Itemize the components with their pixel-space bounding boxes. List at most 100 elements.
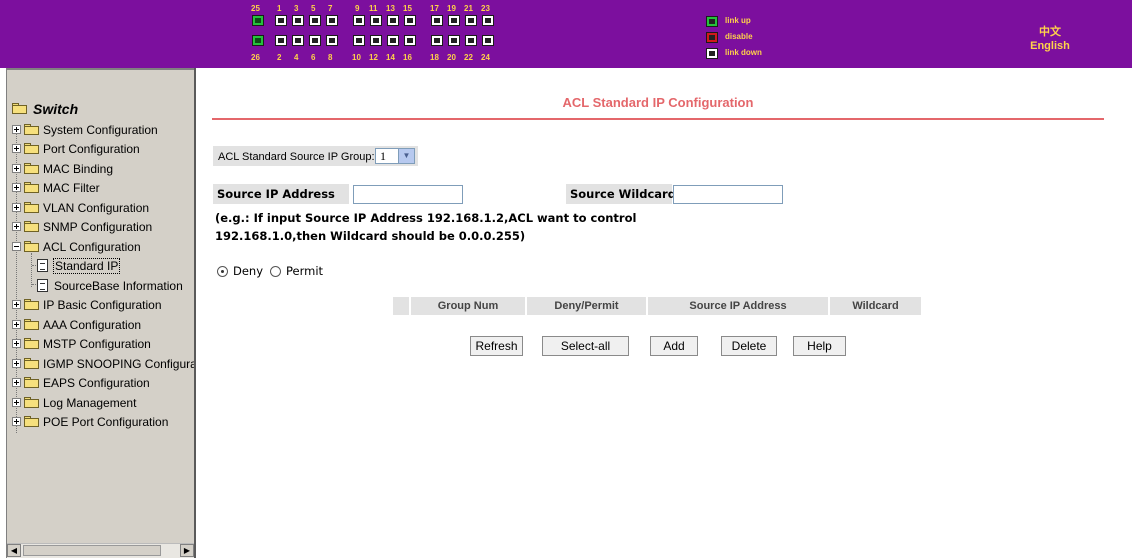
source-ip-label-cell: Source IP Address — [213, 184, 349, 204]
port-number: 18 — [430, 53, 439, 62]
link-up-port-icon — [706, 16, 718, 27]
chevron-down-icon[interactable]: ▼ — [398, 149, 414, 163]
port-number: 1 — [277, 4, 282, 13]
refresh-button[interactable]: Refresh — [470, 336, 523, 356]
port-number: 26 — [251, 53, 260, 62]
scroll-right-icon[interactable]: ▶ — [180, 544, 194, 557]
port-number: 8 — [328, 53, 333, 62]
collapse-icon[interactable] — [12, 242, 21, 251]
port-16-icon[interactable] — [404, 35, 416, 46]
source-wildcard-label-cell: Source Wildcard: — [566, 184, 681, 204]
expand-icon[interactable] — [12, 300, 21, 309]
port-number: 6 — [311, 53, 316, 62]
legend-link-up-label: link up — [725, 16, 751, 25]
port-17-icon[interactable] — [431, 15, 443, 26]
table-header-source-ip: Source IP Address — [648, 297, 828, 315]
legend-link-down-label: link down — [725, 48, 762, 57]
top-banner: 25 1 3 5 7 9 11 13 15 17 19 21 23 26 2 4 6 8 10 12 14 16 18 20 2… — [0, 0, 1132, 68]
folder-icon — [24, 416, 39, 427]
radio-unchecked-icon[interactable] — [270, 266, 281, 277]
expand-icon[interactable] — [12, 203, 21, 212]
folder-icon — [24, 202, 39, 213]
port-number: 14 — [386, 53, 395, 62]
expand-icon[interactable] — [12, 144, 21, 153]
source-wildcard-input[interactable] — [673, 185, 783, 204]
port-number: 25 — [251, 4, 260, 13]
wildcard-hint: (e.g.: If input Source IP Address 192.16… — [215, 209, 636, 245]
expand-icon[interactable] — [12, 183, 21, 192]
port-24-icon[interactable] — [482, 35, 494, 46]
sidebar-horizontal-scrollbar[interactable]: ◀ ▶ — [7, 543, 194, 558]
port-25-icon[interactable] — [252, 15, 264, 26]
frame-divider[interactable] — [194, 68, 196, 558]
port-12-icon[interactable] — [370, 35, 382, 46]
expand-icon[interactable] — [12, 398, 21, 407]
port-status-panel: 25 1 3 5 7 9 11 13 15 17 19 21 23 26 2 4 6 8 10 12 14 16 18 20 2… — [250, 4, 590, 66]
sidebar-item-label: AAA Configuration — [43, 318, 142, 332]
table-header-select — [393, 297, 409, 315]
expand-icon[interactable] — [12, 222, 21, 231]
scroll-left-icon[interactable]: ◀ — [7, 544, 21, 557]
port-19-icon[interactable] — [448, 15, 460, 26]
port-9-icon[interactable] — [353, 15, 365, 26]
port-2-icon[interactable] — [275, 35, 287, 46]
port-23-icon[interactable] — [482, 15, 494, 26]
port-21-icon[interactable] — [465, 15, 477, 26]
port-number: 21 — [464, 4, 473, 13]
acl-group-select[interactable]: 1 ▼ — [375, 148, 415, 164]
sidebar-item-label: SourceBase Information — [54, 279, 183, 293]
source-ip-label: Source IP Address — [217, 187, 335, 201]
open-folder-icon — [24, 241, 39, 252]
expand-icon[interactable] — [12, 125, 21, 134]
port-26-icon[interactable] — [252, 35, 264, 46]
deny-radio-label: Deny — [233, 264, 264, 278]
port-11-icon[interactable] — [370, 15, 382, 26]
help-button[interactable]: Help — [793, 336, 846, 356]
delete-button[interactable]: Delete — [721, 336, 777, 356]
source-ip-input[interactable] — [353, 185, 463, 204]
language-chinese-link[interactable]: 中文 — [1020, 23, 1080, 39]
port-6-icon[interactable] — [309, 35, 321, 46]
sidebar-item-label: System Configuration — [43, 123, 158, 137]
port-5-icon[interactable] — [309, 15, 321, 26]
expand-icon[interactable] — [12, 378, 21, 387]
port-3-icon[interactable] — [292, 15, 304, 26]
port-10-icon[interactable] — [353, 35, 365, 46]
open-folder-icon — [12, 103, 27, 114]
radio-checked-icon[interactable] — [217, 266, 228, 277]
table-header-group-num: Group Num — [411, 297, 525, 315]
sidebar-item-label: ACL Configuration — [43, 240, 141, 254]
select-all-button[interactable]: Select-all — [542, 336, 629, 356]
language-english-link[interactable]: English — [1020, 40, 1080, 52]
permit-radio-label: Permit — [286, 264, 324, 278]
wildcard-hint-line-2: 192.168.1.0,then Wildcard should be 0.0.… — [215, 229, 526, 243]
expand-icon[interactable] — [12, 320, 21, 329]
expand-icon[interactable] — [12, 164, 21, 173]
port-20-icon[interactable] — [448, 35, 460, 46]
add-button[interactable]: Add — [650, 336, 698, 356]
title-divider — [212, 118, 1104, 120]
port-14-icon[interactable] — [387, 35, 399, 46]
port-4-icon[interactable] — [292, 35, 304, 46]
link-down-port-icon — [706, 48, 718, 59]
port-13-icon[interactable] — [387, 15, 399, 26]
port-7-icon[interactable] — [326, 15, 338, 26]
folder-icon — [24, 221, 39, 232]
port-number: 12 — [369, 53, 378, 62]
port-22-icon[interactable] — [465, 35, 477, 46]
source-wildcard-label: Source Wildcard: — [570, 187, 681, 201]
port-18-icon[interactable] — [431, 35, 443, 46]
folder-icon — [24, 143, 39, 154]
document-icon — [37, 279, 48, 292]
sidebar-item-label: Port Configuration — [43, 142, 140, 156]
expand-icon[interactable] — [12, 359, 21, 368]
port-8-icon[interactable] — [326, 35, 338, 46]
folder-icon — [24, 338, 39, 349]
scrollbar-thumb[interactable] — [23, 545, 161, 556]
port-15-icon[interactable] — [404, 15, 416, 26]
table-header-deny-permit: Deny/Permit — [527, 297, 646, 315]
expand-icon[interactable] — [12, 417, 21, 426]
folder-icon — [24, 377, 39, 388]
expand-icon[interactable] — [12, 339, 21, 348]
port-1-icon[interactable] — [275, 15, 287, 26]
